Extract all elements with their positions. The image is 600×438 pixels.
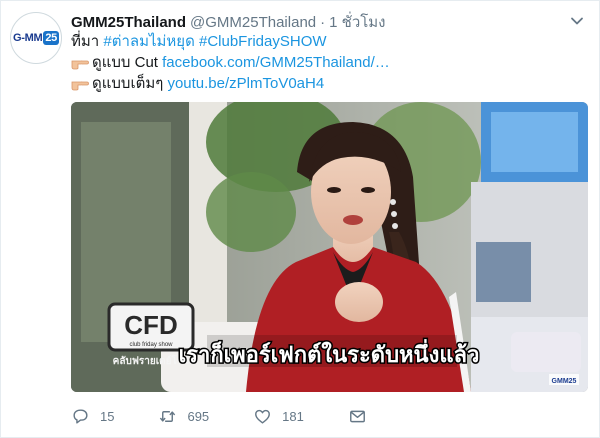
reply-button[interactable]: 15 bbox=[71, 407, 114, 426]
separator-dot: · bbox=[320, 14, 326, 31]
youtube-link[interactable]: youtu.be/zPlmToV0aH4 bbox=[167, 74, 324, 94]
pointing-hand-icon bbox=[71, 60, 89, 69]
user-handle[interactable]: @GMM25Thailand bbox=[190, 14, 316, 31]
direct-message-button[interactable] bbox=[348, 407, 377, 426]
pointing-hand-icon bbox=[71, 81, 89, 90]
hashtag-link[interactable]: #ต่าลมไม่หยุด bbox=[103, 32, 194, 52]
svg-text:CFD: CFD bbox=[124, 310, 177, 340]
heart-icon bbox=[255, 409, 271, 424]
gmm25-logo: G-MM 25 bbox=[13, 31, 59, 45]
tweet-header: GMM25Thailand @GMM25Thailand · 1 ชั่วโมง bbox=[71, 10, 569, 31]
full-video-label: ดูแบบเต็มๆ bbox=[92, 74, 164, 92]
video-frame: CFD club friday show คลับฟรายเดย์โชว์ เร… bbox=[71, 102, 588, 392]
video-thumbnail[interactable]: CFD club friday show คลับฟรายเดย์โชว์ เร… bbox=[71, 102, 588, 392]
reply-icon bbox=[73, 408, 88, 424]
facebook-link[interactable]: facebook.com/GMM25Thailand/… bbox=[162, 53, 390, 73]
like-button[interactable]: 181 bbox=[253, 407, 304, 426]
like-count: 181 bbox=[282, 408, 304, 424]
full-video-line: ดูแบบเต็มๆ youtu.be/zPlmToV0aH4 bbox=[71, 73, 551, 94]
source-line: ที่มา #ต่าลมไม่หยุด #ClubFridaySHOW bbox=[71, 31, 551, 52]
avatar[interactable]: G-MM 25 bbox=[10, 12, 62, 64]
reply-count: 15 bbox=[100, 408, 115, 424]
retweet-count: 695 bbox=[187, 408, 210, 424]
svg-text:club friday show: club friday show bbox=[129, 342, 173, 348]
tweet-card[interactable]: G-MM 25 GMM25Thailand @GMM25Thailand · 1… bbox=[0, 0, 600, 438]
chevron-down-icon[interactable] bbox=[569, 13, 585, 29]
channel-tag: GMM25 bbox=[552, 378, 577, 385]
retweet-button[interactable]: 695 bbox=[158, 407, 209, 426]
envelope-icon bbox=[349, 410, 365, 422]
source-label: ที่มา bbox=[71, 32, 100, 50]
tweet-text: ที่มา #ต่าลมไม่หยุด #ClubFridaySHOW ดูแบ… bbox=[71, 31, 551, 94]
video-caption: เราก็เพอร์เฟกต์ในระดับหนึ่งแล้ว bbox=[179, 338, 480, 368]
display-name[interactable]: GMM25Thailand bbox=[71, 14, 186, 31]
hashtag-link[interactable]: #ClubFridaySHOW bbox=[199, 32, 327, 52]
retweet-icon bbox=[160, 410, 176, 422]
cut-video-line: ดูแบบ Cut facebook.com/GMM25Thailand/… bbox=[71, 52, 551, 73]
cut-video-label: ดูแบบ Cut bbox=[92, 53, 158, 71]
tweet-actions: 15 695 181 bbox=[71, 404, 421, 428]
